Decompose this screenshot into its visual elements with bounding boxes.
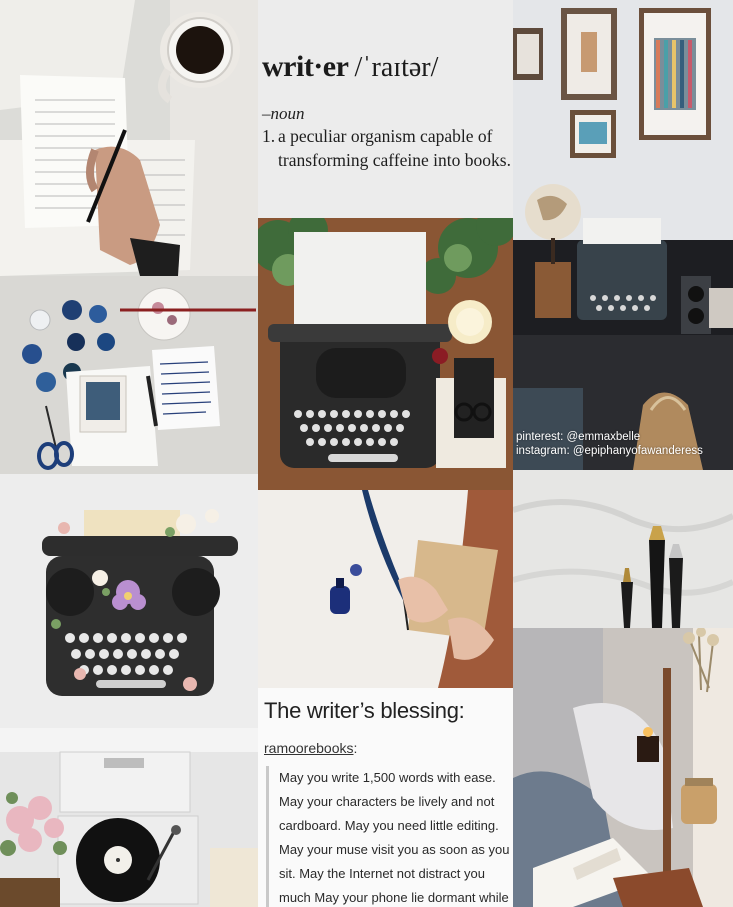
aesthetic-collage: writ·er/ˈraɪtər/ –noun 1. a peculiar org… <box>0 0 733 907</box>
blessing-username-colon: : <box>353 740 358 756</box>
watermark-instagram: instagram: @epiphanyofawanderess <box>516 445 703 457</box>
blessing-card: The writer’s blessing: ramoorebooks: May… <box>258 688 513 907</box>
watermark-pinterest: pinterest: @emmaxbelle <box>516 431 641 443</box>
definition-headword: writ·er/ˈraɪtər/ <box>262 52 438 82</box>
photo-fountain-pens <box>513 470 733 628</box>
photo-book-coffee <box>0 0 258 276</box>
definition-pronunciation: /ˈraɪtər/ <box>354 52 439 83</box>
blessing-username: ramoorebooks: <box>264 740 357 756</box>
blessing-title: The writer’s blessing: <box>264 698 465 723</box>
photo-frames-typewriter <box>513 0 733 470</box>
definition-part-of-speech: –noun <box>262 104 305 123</box>
photo-typewriter-plants <box>258 218 513 490</box>
definition-card: writ·er/ˈraɪtər/ –noun 1. a peculiar org… <box>258 0 513 218</box>
photo-floral-typewriter <box>0 474 258 728</box>
definition-word: writ·er <box>262 50 349 83</box>
photo-quill-ink <box>258 490 513 688</box>
definition-number: 1. <box>262 126 276 146</box>
blessing-quote: May you write 1,500 words with ease. May… <box>266 766 513 907</box>
credit-watermark: pinterest: @emmaxbelle instagram: @epiph… <box>516 430 703 458</box>
photo-bed-candle <box>513 628 733 907</box>
photo-record-player <box>0 728 258 907</box>
definition-text: a peculiar organism capable of transform… <box>278 126 511 170</box>
blessing-username-link[interactable]: ramoorebooks <box>264 740 354 756</box>
photo-paints-polaroid <box>0 276 258 474</box>
